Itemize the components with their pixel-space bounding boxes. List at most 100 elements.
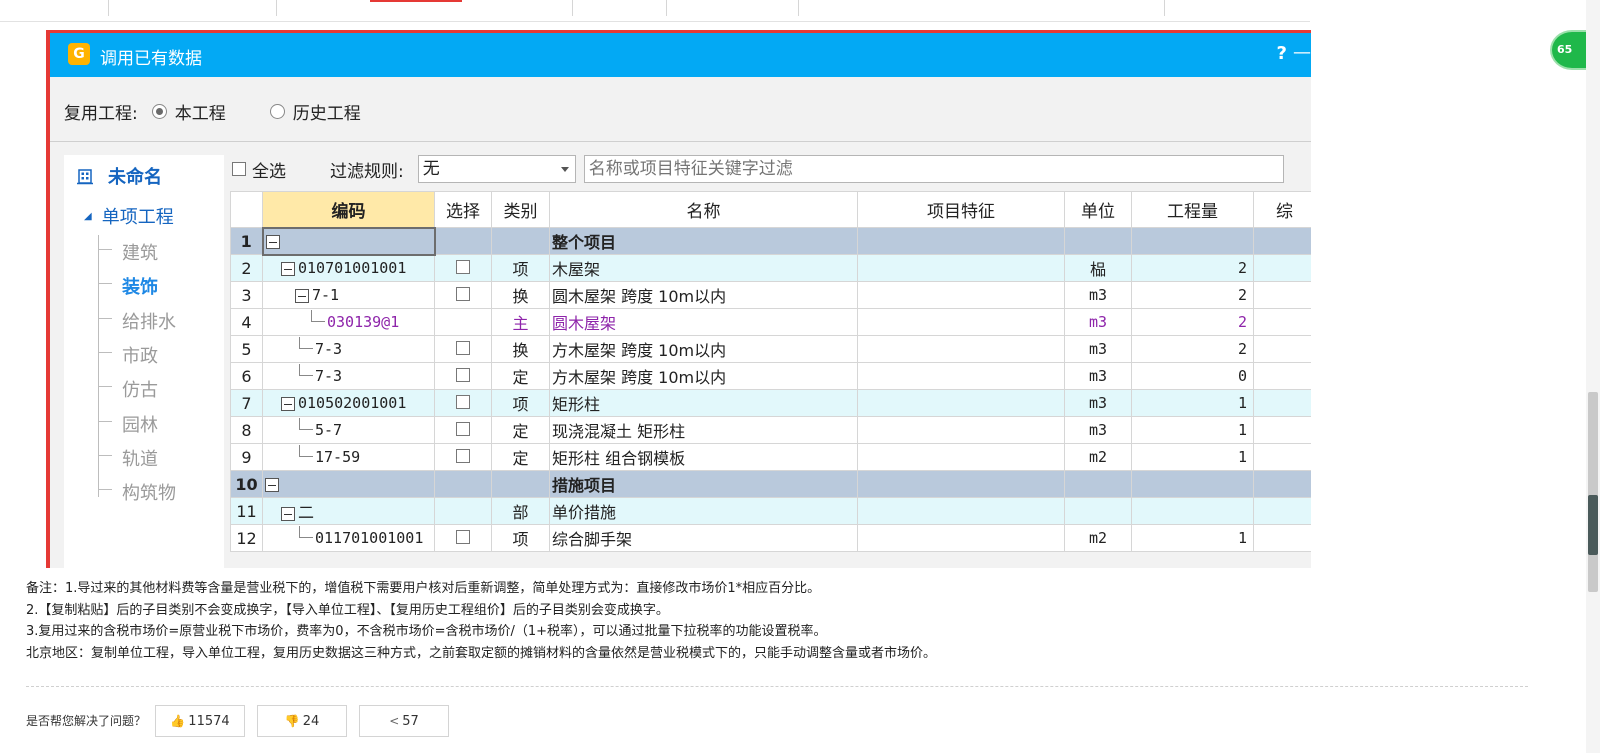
quantity-cell: 1 — [1131, 524, 1254, 552]
select-cell[interactable] — [434, 524, 492, 552]
row-checkbox[interactable] — [456, 529, 470, 544]
code-text: 011701001001 — [315, 529, 424, 547]
table-row[interactable]: 9 17-59 定 矩形柱 组合钢模板 m2 1 — [230, 443, 1311, 471]
collapse-icon[interactable] — [281, 261, 295, 276]
code-cell[interactable] — [261, 226, 436, 256]
select-cell[interactable] — [434, 335, 492, 363]
collapse-triangle-icon[interactable]: ◢ — [84, 211, 92, 222]
share-button[interactable]: <57 — [359, 705, 449, 737]
dropdown-arrow-icon[interactable] — [560, 167, 569, 172]
collapse-icon[interactable] — [265, 478, 279, 492]
select-cell[interactable] — [434, 254, 492, 282]
code-cell[interactable]: 二 — [262, 497, 435, 525]
quantity-cell: 1 — [1131, 443, 1254, 471]
code-cell[interactable]: 010502001001 — [262, 389, 435, 417]
filter-rule-select[interactable]: 无 — [417, 155, 576, 183]
tree-guide-line — [98, 235, 99, 497]
dialog-titlebar[interactable]: G 调用已有数据 ? — — [50, 33, 1311, 77]
like-button[interactable]: 👍 11574 — [155, 705, 245, 737]
code-cell[interactable]: 7-3 — [262, 335, 435, 363]
tree-item-municipal[interactable]: 市政 — [122, 342, 158, 368]
code-cell[interactable]: 7-3 — [262, 362, 435, 390]
code-cell[interactable]: 011701001001 — [262, 524, 435, 552]
collapse-icon[interactable] — [281, 396, 295, 411]
table-row[interactable]: 1 整个项目 — [230, 226, 1311, 256]
row-number: 1 — [230, 227, 263, 255]
code-cell[interactable]: 17-59 — [262, 443, 435, 471]
table-row[interactable]: 3 7-1 换 圆木屋架 跨度 10m以内 m3 2 — [230, 281, 1311, 309]
select-cell[interactable] — [434, 443, 492, 471]
radio-history-project[interactable]: 历史工程 — [269, 99, 361, 124]
collapse-icon[interactable] — [281, 506, 295, 521]
select-cell[interactable] — [434, 416, 492, 444]
header-category[interactable]: 类别 — [491, 191, 550, 228]
radio-checked-icon[interactable] — [151, 103, 167, 119]
table-row[interactable]: 4 030139@1 主 圆木屋架 m3 2 — [230, 308, 1311, 336]
table-row[interactable]: 6 7-3 定 方木屋架 跨度 10m以内 m3 0 — [230, 362, 1311, 390]
header-feature[interactable]: 项目特征 — [857, 191, 1065, 228]
header-quantity[interactable]: 工程量 — [1131, 191, 1254, 228]
name-cell: 单价措施 — [549, 497, 858, 525]
select-all[interactable]: 全选 — [232, 157, 286, 182]
dislike-button[interactable]: 👎 24 — [257, 705, 347, 737]
table-row[interactable]: 12 011701001001 项 综合脚手架 m2 1 — [230, 524, 1311, 552]
radio-current-project[interactable]: 本工程 — [151, 99, 226, 124]
header-select[interactable]: 选择 — [434, 191, 492, 228]
table-row[interactable]: 7 010502001001 项 矩形柱 m3 1 — [230, 389, 1311, 417]
code-cell[interactable]: 5-7 — [262, 416, 435, 444]
tree-guide-branch — [98, 455, 112, 456]
header-rownum — [230, 191, 263, 228]
tree-item-garden[interactable]: 园林 — [122, 411, 158, 437]
code-cell[interactable] — [262, 470, 435, 498]
feature-cell — [857, 497, 1065, 525]
select-cell[interactable] — [434, 389, 492, 417]
code-cell[interactable]: 7-1 — [262, 281, 435, 309]
tree-item-decoration[interactable]: 装饰 — [122, 273, 158, 299]
help-button[interactable]: ? — [1277, 43, 1287, 64]
select-cell[interactable] — [434, 281, 492, 309]
tree-single-project[interactable]: ◢ 单项工程 — [84, 203, 174, 229]
vertical-scrollbar[interactable] — [1586, 0, 1600, 753]
keyword-filter-input[interactable] — [583, 155, 1284, 183]
table-header: 编码 选择 类别 名称 项目特征 单位 工程量 综 — [230, 191, 1311, 228]
code-cell[interactable]: 030139@1 — [262, 308, 435, 336]
header-composite[interactable]: 综 — [1253, 191, 1311, 228]
collapse-icon[interactable] — [295, 288, 309, 303]
table-row[interactable]: 10 措施项目 — [230, 470, 1311, 498]
radio-unchecked-icon[interactable] — [269, 103, 285, 119]
tree-item-rail[interactable]: 轨道 — [122, 445, 158, 471]
table-row[interactable]: 11 二 部 单价措施 — [230, 497, 1311, 525]
row-number: 4 — [230, 308, 263, 336]
category-cell: 项 — [491, 254, 550, 282]
tree-item-building[interactable]: 建筑 — [122, 239, 158, 265]
table-row[interactable]: 5 7-3 换 方木屋架 跨度 10m以内 m3 2 — [230, 335, 1311, 363]
row-checkbox[interactable] — [456, 340, 470, 355]
select-all-label: 全选 — [252, 161, 286, 182]
tree-item-structure[interactable]: 构筑物 — [122, 479, 176, 505]
row-checkbox[interactable] — [456, 367, 470, 382]
side-widget[interactable] — [1588, 495, 1598, 555]
tree-item-antique[interactable]: 仿古 — [122, 376, 158, 402]
row-number: 9 — [230, 443, 263, 471]
row-checkbox[interactable] — [456, 448, 470, 463]
collapse-icon[interactable] — [265, 235, 280, 249]
row-checkbox[interactable] — [456, 394, 470, 409]
header-name[interactable]: 名称 — [549, 191, 858, 228]
select-cell[interactable] — [434, 362, 492, 390]
category-cell: 换 — [491, 335, 550, 363]
tree-root[interactable]: 未命名 — [76, 163, 162, 189]
minimize-icon[interactable]: — — [1293, 42, 1311, 63]
select-all-checkbox[interactable] — [232, 162, 246, 176]
header-code[interactable]: 编码 — [262, 191, 435, 228]
header-unit[interactable]: 单位 — [1064, 191, 1132, 228]
scrollbar-thumb[interactable] — [1588, 392, 1598, 592]
row-checkbox[interactable] — [456, 421, 470, 436]
quantity-cell: 0 — [1131, 362, 1254, 390]
tree-item-plumbing[interactable]: 给排水 — [122, 308, 176, 334]
table-row[interactable]: 2 010701001001 项 木屋架 榀 2 — [230, 254, 1311, 282]
row-checkbox[interactable] — [456, 286, 470, 301]
category-cell: 定 — [491, 443, 550, 471]
code-cell[interactable]: 010701001001 — [262, 254, 435, 282]
table-row[interactable]: 8 5-7 定 现浇混凝土 矩形柱 m3 1 — [230, 416, 1311, 444]
row-checkbox[interactable] — [456, 259, 470, 274]
